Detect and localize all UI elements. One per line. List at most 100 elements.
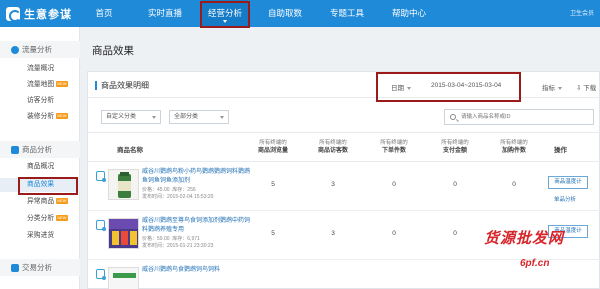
sidebar-item-label: 分类分析 — [27, 215, 55, 222]
download-label: 下载 — [583, 85, 597, 92]
download-button[interactable]: ⇩ 下载 — [576, 82, 596, 92]
watermark-url: 6pf.cn — [520, 258, 550, 269]
value-order-count: 0 — [392, 230, 396, 237]
sidebar-item-product-overview[interactable]: 商品概况 — [0, 160, 80, 174]
metric-label: 指标 — [542, 85, 555, 92]
mobile-icon — [96, 220, 106, 231]
sidebar-item-label: 装修分析 — [27, 113, 55, 120]
value-views: 5 — [271, 181, 275, 188]
column-header-payment[interactable]: 所有终端的 支付金额 — [436, 139, 474, 155]
search-input[interactable] — [461, 111, 591, 123]
column-header-product-name: 商品名称 — [117, 147, 143, 154]
column-header-operation: 操作 — [554, 147, 567, 154]
sidebar-item-label: 流量概况 — [27, 65, 55, 72]
category-type-select[interactable]: 自定义分类 — [101, 110, 161, 124]
category-value: 全部分类 — [174, 114, 199, 120]
mobile-icon — [96, 171, 106, 182]
product-thermometer-button[interactable]: 商品温度计 — [548, 176, 588, 189]
product-icon — [11, 145, 19, 154]
product-price: 价格：59.00 — [142, 236, 170, 242]
sidebar-item-label: 访客分析 — [27, 97, 55, 104]
sidebar-section-label: 流量分析 — [22, 45, 52, 54]
sidebar-item-visitor-analysis[interactable]: 访客分析 — [0, 94, 80, 108]
nav-item-home[interactable]: 首页 — [86, 0, 122, 27]
product-thumbnail[interactable] — [108, 267, 139, 289]
column-header-prefix: 所有终端的 — [259, 140, 287, 146]
brand-logo[interactable]: 生意参谋 — [6, 4, 72, 23]
sidebar-item-procurement[interactable]: 采购进货 — [0, 229, 80, 243]
single-product-analysis-link[interactable]: 单品分析 — [554, 195, 576, 203]
product-meta: 价格：45.00 库存：256 发布时间：2015-02-04 15:53:20 — [142, 187, 262, 201]
sidebar-section-label: 商品分析 — [22, 145, 52, 154]
traffic-icon — [11, 45, 19, 54]
highlight-box-date — [376, 72, 521, 102]
column-header-prefix: 所有终端的 — [441, 140, 469, 146]
column-header-visitors[interactable]: 所有终端的商品访客数 — [314, 139, 352, 155]
chevron-down-icon — [220, 116, 224, 119]
highlight-box-nav — [200, 1, 250, 28]
sidebar-item-decoration-analysis[interactable]: 装修分析 NEW — [0, 110, 80, 124]
product-stock: 库存：6,971 — [172, 236, 200, 242]
value-cart-adds: 0 — [512, 181, 516, 188]
column-header-prefix: 所有终端的 — [319, 140, 347, 146]
sidebar-section-product[interactable]: 商品分析 — [0, 141, 80, 158]
highlight-box-sidebar — [18, 177, 78, 195]
nav-item-special-tools[interactable]: 专题工具 — [324, 0, 370, 27]
column-header-prefix: 所有终端的 — [380, 140, 408, 146]
sidebar-item-abnormal-products[interactable]: 异常商品 NEW — [0, 195, 80, 209]
product-image — [113, 273, 136, 278]
value-payment: 0 — [453, 230, 457, 237]
sidebar-item-label: 采购进货 — [27, 232, 55, 239]
new-badge: NEW — [56, 215, 68, 222]
new-badge: NEW — [56, 81, 68, 88]
sidebar-item-traffic-map[interactable]: 流量地图 NEW — [0, 78, 80, 92]
sidebar-item-label: 流量地图 — [27, 81, 55, 88]
value-payment: 0 — [453, 181, 457, 188]
column-header-order-count[interactable]: 所有终端的 下单件数 — [375, 139, 413, 155]
chevron-down-icon — [152, 116, 156, 119]
title-accent-bar — [95, 81, 97, 90]
sidebar-section-trade[interactable]: 交易分析 — [0, 259, 80, 276]
product-thumbnail[interactable] — [108, 169, 139, 200]
column-header-label: 支付金额 — [442, 148, 467, 154]
product-effect-card: 商品效果明细 日期 2015-03-04~2015-03-04 指标 ⇩ 下载 … — [87, 71, 600, 289]
column-header-views[interactable]: 所有终端的 商品浏览量 — [254, 139, 292, 155]
sidebar-section-traffic[interactable]: 流量分析 — [0, 41, 80, 58]
nav-item-realtime[interactable]: 实时直播 — [140, 0, 190, 27]
product-thumbnail[interactable] — [108, 218, 139, 249]
mobile-icon — [96, 269, 106, 280]
sidebar-item-traffic-overview[interactable]: 流量概况 — [0, 62, 80, 76]
chevron-down-icon — [558, 86, 562, 90]
account-name[interactable]: 卫生会员 — [570, 8, 594, 17]
column-header-cart-adds[interactable]: 所有终端的 加购件数 — [495, 139, 533, 155]
table-row: 威谷川鹦鹉鸟粉小药鸟鹦鹉鹦鹉饲料鹦鹉鱼饲鱼饲鱼添加剂 价格：45.00 库存：2… — [88, 163, 600, 211]
card-header: 商品效果明细 日期 2015-03-04~2015-03-04 指标 ⇩ 下载 — [88, 72, 600, 98]
new-badge: NEW — [56, 113, 68, 120]
sidebar-item-label: 商品概况 — [27, 163, 55, 170]
main-content: 商品效果 商品效果明细 日期 2015-03-04~2015-03-04 指标 … — [80, 27, 600, 289]
table-header: 商品名称 所有终端的 商品浏览量 所有终端的商品访客数 所有终端的下单件数 所有终… — [88, 132, 600, 162]
product-publish-time: 发布时间：2015-02-04 15:53:20 — [142, 194, 214, 200]
product-price: 价格：45.00 — [142, 187, 170, 193]
new-badge: NEW — [56, 198, 68, 205]
category-select[interactable]: 全部分类 — [169, 110, 229, 124]
nav-item-help-center[interactable]: 帮助中心 — [386, 0, 432, 27]
column-header-label: 加购件数 — [501, 148, 526, 154]
product-stock: 库存：256 — [172, 187, 196, 193]
product-image — [118, 172, 131, 198]
search-icon[interactable] — [450, 114, 456, 120]
logo-icon — [6, 6, 21, 22]
sidebar-item-category-analysis[interactable]: 分类分析 NEW — [0, 212, 80, 226]
product-title-link[interactable]: 威谷川鹦鹉鸟粉小药鸟鹦鹉鹦鹉饲料鹦鹉鱼饲鱼饲鱼添加剂 — [142, 168, 252, 186]
product-title-link[interactable]: 威谷川鹦鹉鸟食鹦鹉饲鸟饲料 — [142, 266, 252, 275]
metric-selector-button[interactable]: 指标 — [542, 82, 562, 92]
column-header-label: 下单件数 — [381, 148, 406, 154]
brand-name: 生意参谋 — [24, 8, 72, 21]
value-order-count: 0 — [392, 181, 396, 188]
product-publish-time: 发布时间：2015-01-21 23:30:23 — [142, 243, 214, 249]
sidebar: 流量分析 流量概况 流量地图 NEW 访客分析 装修分析 NEW 商品分析 商品概况… — [0, 27, 80, 289]
column-header-label: 商品访客数 — [317, 148, 348, 154]
nav-item-self-service-data[interactable]: 自助取数 — [262, 0, 308, 27]
sidebar-item-label: 异常商品 — [27, 198, 55, 205]
product-title-link[interactable]: 威谷川鹦鹉至尊鸟食饲添加剂鹦鹉中药饲料鹦鹉养殖专用 — [142, 217, 252, 235]
